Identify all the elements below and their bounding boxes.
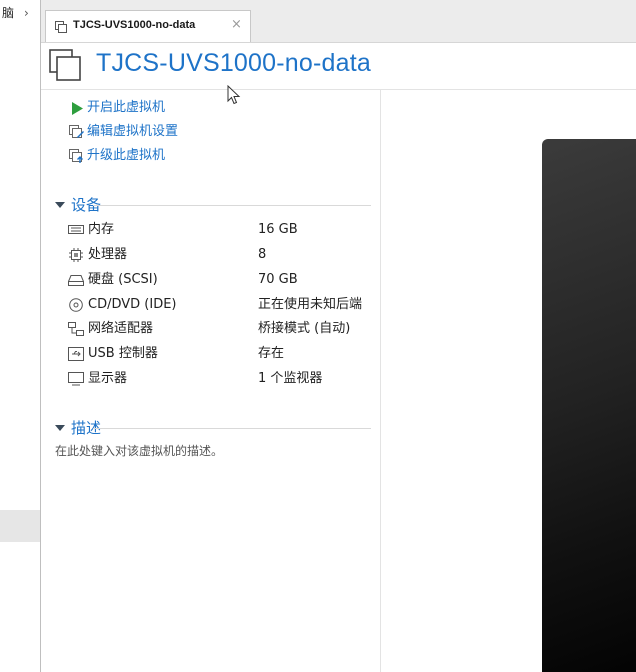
device-name: 硬盘 (SCSI) — [88, 272, 158, 287]
library-item[interactable]: 脑 › — [0, 4, 40, 22]
device-name: 内存 — [88, 222, 115, 237]
library-item-selected[interactable] — [0, 510, 40, 542]
device-name: 显示器 — [88, 371, 128, 386]
action-label: 编辑虚拟机设置 — [87, 124, 179, 139]
vmware-workstation-window: 脑 › TJCS-UVS1000-no-data × TJCS-UVS1000-… — [0, 0, 636, 672]
action-label: 开启此虚拟机 — [87, 100, 166, 115]
vm-header: TJCS-UVS1000-no-data — [41, 43, 636, 90]
vm-icon — [49, 49, 81, 81]
section-divider — [93, 428, 371, 429]
device-value: 70 GB — [258, 272, 298, 287]
device-row-network-adapter[interactable]: 网络适配器 桥接模式 (自动) — [68, 318, 378, 340]
tab-label: TJCS-UVS1000-no-data — [73, 19, 196, 31]
mouse-cursor-icon — [227, 85, 241, 105]
play-icon — [72, 102, 83, 115]
action-label: 升级此虚拟机 — [87, 148, 166, 163]
device-name: USB 控制器 — [88, 346, 158, 361]
device-row-memory[interactable]: 内存 16 GB — [68, 219, 378, 241]
upgrade-icon — [69, 149, 83, 163]
vm-icon — [55, 21, 67, 33]
device-row-hard-disk[interactable]: 硬盘 (SCSI) 70 GB — [68, 269, 378, 291]
section-divider — [93, 205, 371, 206]
device-name: CD/DVD (IDE) — [88, 297, 177, 312]
device-row-usb-controller[interactable]: USB 控制器 存在 — [68, 343, 378, 365]
device-name: 网络适配器 — [88, 321, 154, 336]
main-area: TJCS-UVS1000-no-data × TJCS-UVS1000-no-d… — [41, 0, 636, 672]
device-value: 存在 — [258, 346, 285, 361]
network-adapter-icon — [68, 322, 84, 336]
device-row-cd-dvd[interactable]: CD/DVD (IDE) 正在使用未知后端 — [68, 294, 378, 316]
device-name: 处理器 — [88, 247, 128, 262]
memory-icon — [68, 225, 84, 234]
vm-console-thumbnail[interactable] — [542, 139, 636, 672]
collapse-arrow-icon[interactable] — [55, 202, 65, 208]
edit-settings-icon — [69, 125, 84, 138]
device-value: 1 个监视器 — [258, 371, 323, 386]
device-value: 正在使用未知后端 — [258, 297, 363, 312]
hard-disk-icon — [68, 275, 84, 286]
vm-details-panel: 开启此虚拟机 编辑虚拟机设置 升级此虚拟机 设备 内存 16 GB 处理器 8 … — [41, 90, 381, 672]
tab-vm[interactable]: TJCS-UVS1000-no-data × — [45, 10, 251, 42]
device-row-processor[interactable]: 处理器 8 — [68, 244, 378, 266]
usb-icon — [68, 347, 84, 361]
page-title: TJCS-UVS1000-no-data — [96, 49, 371, 77]
device-row-display[interactable]: 显示器 1 个监视器 — [68, 368, 378, 390]
library-item-label: 脑 — [2, 6, 15, 20]
cpu-icon — [69, 248, 83, 262]
device-value: 桥接模式 (自动) — [258, 321, 351, 336]
device-value: 16 GB — [258, 222, 298, 237]
library-pane: 脑 › — [0, 0, 41, 672]
close-icon[interactable]: × — [231, 17, 242, 33]
collapse-arrow-icon[interactable] — [55, 425, 65, 431]
display-icon — [68, 372, 84, 386]
device-value: 8 — [258, 247, 267, 262]
description-field[interactable]: 在此处键入对该虚拟机的描述。 — [55, 442, 223, 459]
vm-preview-area — [381, 90, 636, 672]
cd-dvd-icon — [69, 298, 83, 312]
chevron-right-icon[interactable]: › — [24, 4, 29, 22]
tab-bar: TJCS-UVS1000-no-data × — [41, 0, 636, 43]
